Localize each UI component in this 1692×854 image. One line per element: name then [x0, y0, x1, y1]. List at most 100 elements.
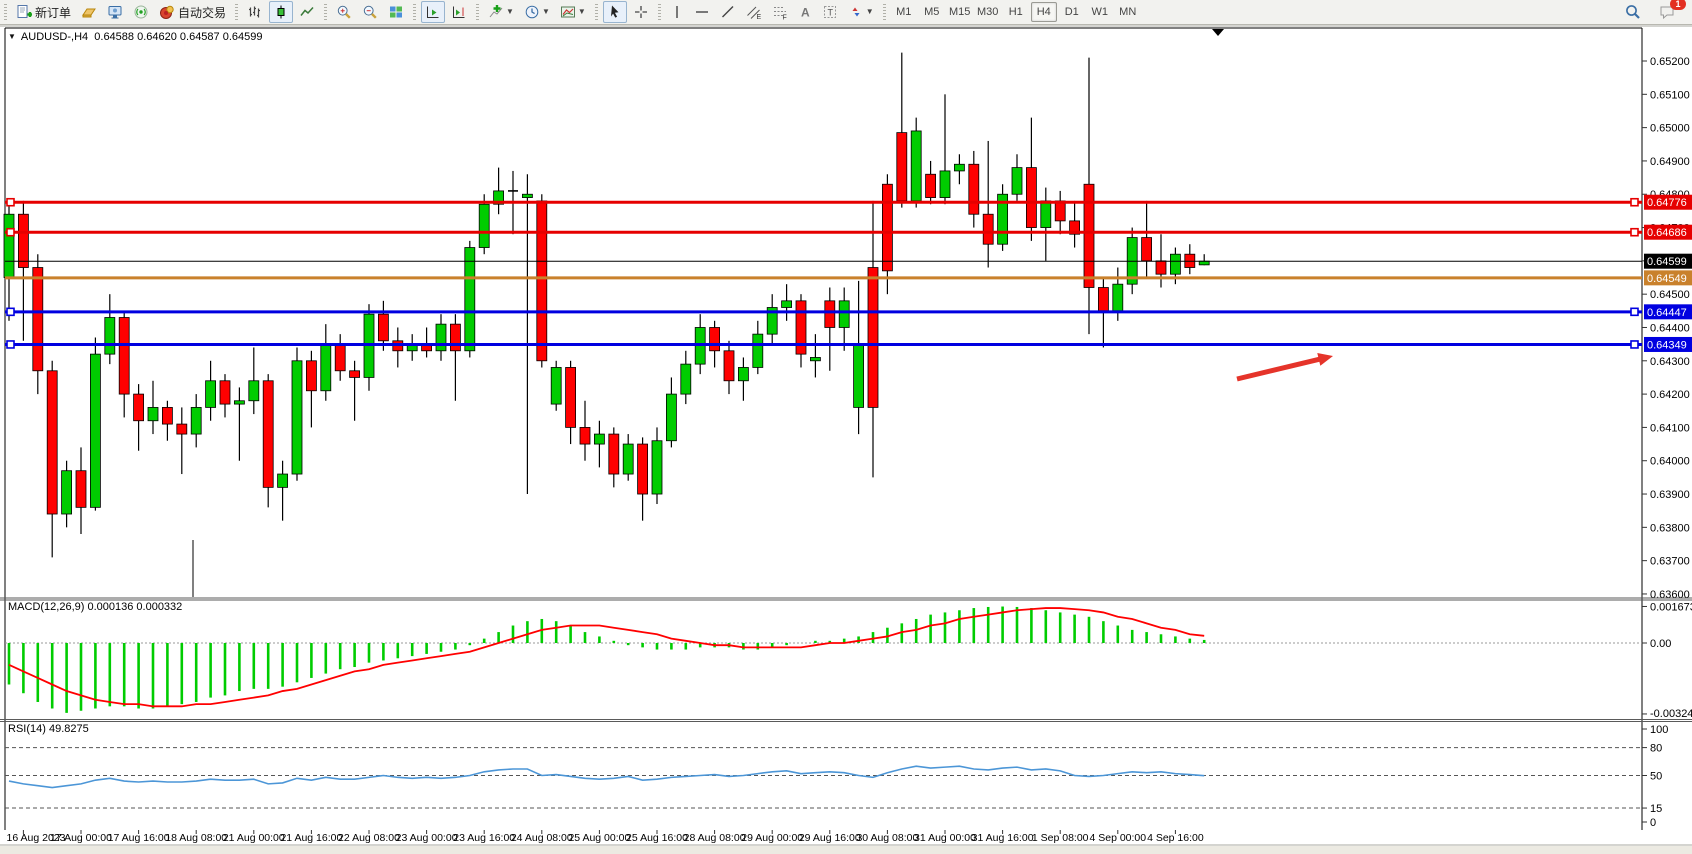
candle-body [681, 364, 691, 394]
arrows-tool-button[interactable]: ▼ [844, 1, 878, 23]
candle-body [796, 301, 806, 354]
candle-body [1098, 288, 1108, 311]
text-tool-button[interactable]: A [794, 1, 816, 23]
candle-body [76, 471, 86, 508]
periods-button[interactable]: ▼ [520, 1, 554, 23]
line-chart-button[interactable] [295, 1, 319, 23]
line-drag-handle[interactable] [1631, 308, 1638, 315]
candle-body [954, 164, 964, 171]
toolbar-right: 1 [1619, 1, 1692, 23]
candle-body [911, 131, 921, 201]
new-order-button[interactable]: 新订单 [12, 1, 75, 23]
chart-shift-button[interactable] [447, 1, 471, 23]
tile-windows-button[interactable] [384, 1, 408, 23]
trendline-tool-button[interactable] [716, 1, 740, 23]
line-drag-handle[interactable] [7, 229, 14, 236]
price-axis-label: 0.64200 [1650, 389, 1690, 401]
horizontal-line-tool-button[interactable] [690, 1, 714, 23]
line-drag-handle[interactable] [1631, 199, 1638, 206]
autotrading-button[interactable]: 自动交易 [155, 1, 230, 23]
toolbar-gripper[interactable] [595, 4, 598, 20]
macd-axis-label: 0.001673 [1650, 601, 1692, 613]
timeframe-m30[interactable]: M30 [975, 2, 1001, 22]
line-drag-handle[interactable] [1631, 341, 1638, 348]
candle-body [1156, 261, 1166, 274]
svg-text:T: T [827, 8, 833, 18]
toolbar-gripper[interactable] [658, 4, 661, 20]
price-tag-label: 0.64349 [1647, 339, 1687, 351]
candle-body [378, 314, 388, 341]
candle-body [839, 301, 849, 328]
toolbar-gripper[interactable] [235, 4, 238, 20]
candle-body [609, 434, 619, 474]
terminal-button[interactable] [103, 1, 127, 23]
timeframe-m1[interactable]: M1 [891, 2, 917, 22]
dropdown-caret-icon[interactable]: ▼ [578, 8, 586, 16]
toolbar-gripper[interactable] [4, 4, 7, 20]
timeframe-h4[interactable]: H4 [1031, 2, 1057, 22]
dropdown-caret-icon[interactable]: ▼ [506, 8, 514, 16]
time-axis-label: 29 Aug 00:00 [741, 832, 803, 844]
timeframe-mn[interactable]: MN [1115, 2, 1141, 22]
time-axis-label: 23 Aug 00:00 [396, 832, 458, 844]
label-tool-button[interactable]: T [818, 1, 842, 23]
notification-badge: 1 [1670, 0, 1686, 10]
strategy-signal-button[interactable] [129, 1, 153, 23]
auto-scroll-button[interactable] [421, 1, 445, 23]
bar-chart-button[interactable] [243, 1, 267, 23]
horizontal-line-icon [694, 4, 710, 20]
bottom-strip [0, 846, 1692, 854]
line-drag-handle[interactable] [7, 199, 14, 206]
timeframe-m5[interactable]: M5 [919, 2, 945, 22]
candle-body [234, 401, 244, 404]
dropdown-caret-icon[interactable]: ▼ [542, 8, 550, 16]
candle-body [465, 248, 475, 351]
line-drag-handle[interactable] [1631, 229, 1638, 236]
timeframe-w1[interactable]: W1 [1087, 2, 1113, 22]
svg-text:E: E [756, 14, 761, 20]
price-axis-label: 0.63800 [1650, 522, 1690, 534]
crosshair-button[interactable] [629, 1, 653, 23]
chart-shift-icon [451, 4, 467, 20]
candle-body [940, 171, 950, 198]
notifications-button[interactable]: 1 [1655, 1, 1681, 23]
toolbar-gripper[interactable] [883, 4, 886, 20]
vertical-line-tool-button[interactable] [666, 1, 688, 23]
candle-body [1199, 261, 1209, 265]
auto-scroll-icon [425, 4, 441, 20]
candle-body [580, 427, 590, 444]
rsi-axis-label: 100 [1650, 724, 1668, 736]
line-drag-handle[interactable] [7, 341, 14, 348]
clock-icon [524, 4, 540, 20]
timeframe-d1[interactable]: D1 [1059, 2, 1085, 22]
candlestick-chart-button[interactable] [269, 1, 293, 23]
chart-objects-caret-icon[interactable]: ▼ [8, 32, 16, 41]
timeframe-h1[interactable]: H1 [1003, 2, 1029, 22]
candle-body [18, 214, 28, 267]
toolbar-gripper[interactable] [324, 4, 327, 20]
zoom-in-button[interactable] [332, 1, 356, 23]
cursor-button[interactable] [603, 1, 627, 23]
time-axis-label: 17 Aug 16:00 [108, 832, 170, 844]
timeframe-m15[interactable]: M15 [947, 2, 973, 22]
templates-button[interactable]: ▼ [556, 1, 590, 23]
search-button[interactable] [1620, 1, 1646, 23]
indicators-button[interactable]: ▼ [484, 1, 518, 23]
market-watch-button[interactable] [77, 1, 101, 23]
text-label-icon: T [822, 4, 838, 20]
dropdown-caret-icon[interactable]: ▼ [866, 8, 874, 16]
channel-tool-button[interactable]: E [742, 1, 766, 23]
candle-body [4, 214, 14, 277]
autotrading-label: 自动交易 [178, 4, 226, 21]
toolbar-gripper[interactable] [476, 4, 479, 20]
candle-body [868, 268, 878, 408]
fibonacci-tool-button[interactable]: F [768, 1, 792, 23]
time-axis-label: 28 Aug 08:00 [684, 832, 746, 844]
chart-canvas[interactable]: 0.652000.651000.650000.649000.648000.647… [0, 24, 1692, 854]
toolbar-gripper[interactable] [413, 4, 416, 20]
line-drag-handle[interactable] [7, 308, 14, 315]
zoom-out-button[interactable] [358, 1, 382, 23]
time-axis-label: 23 Aug 16:00 [453, 832, 515, 844]
candle-body [206, 381, 216, 408]
candle-body [1170, 254, 1180, 274]
